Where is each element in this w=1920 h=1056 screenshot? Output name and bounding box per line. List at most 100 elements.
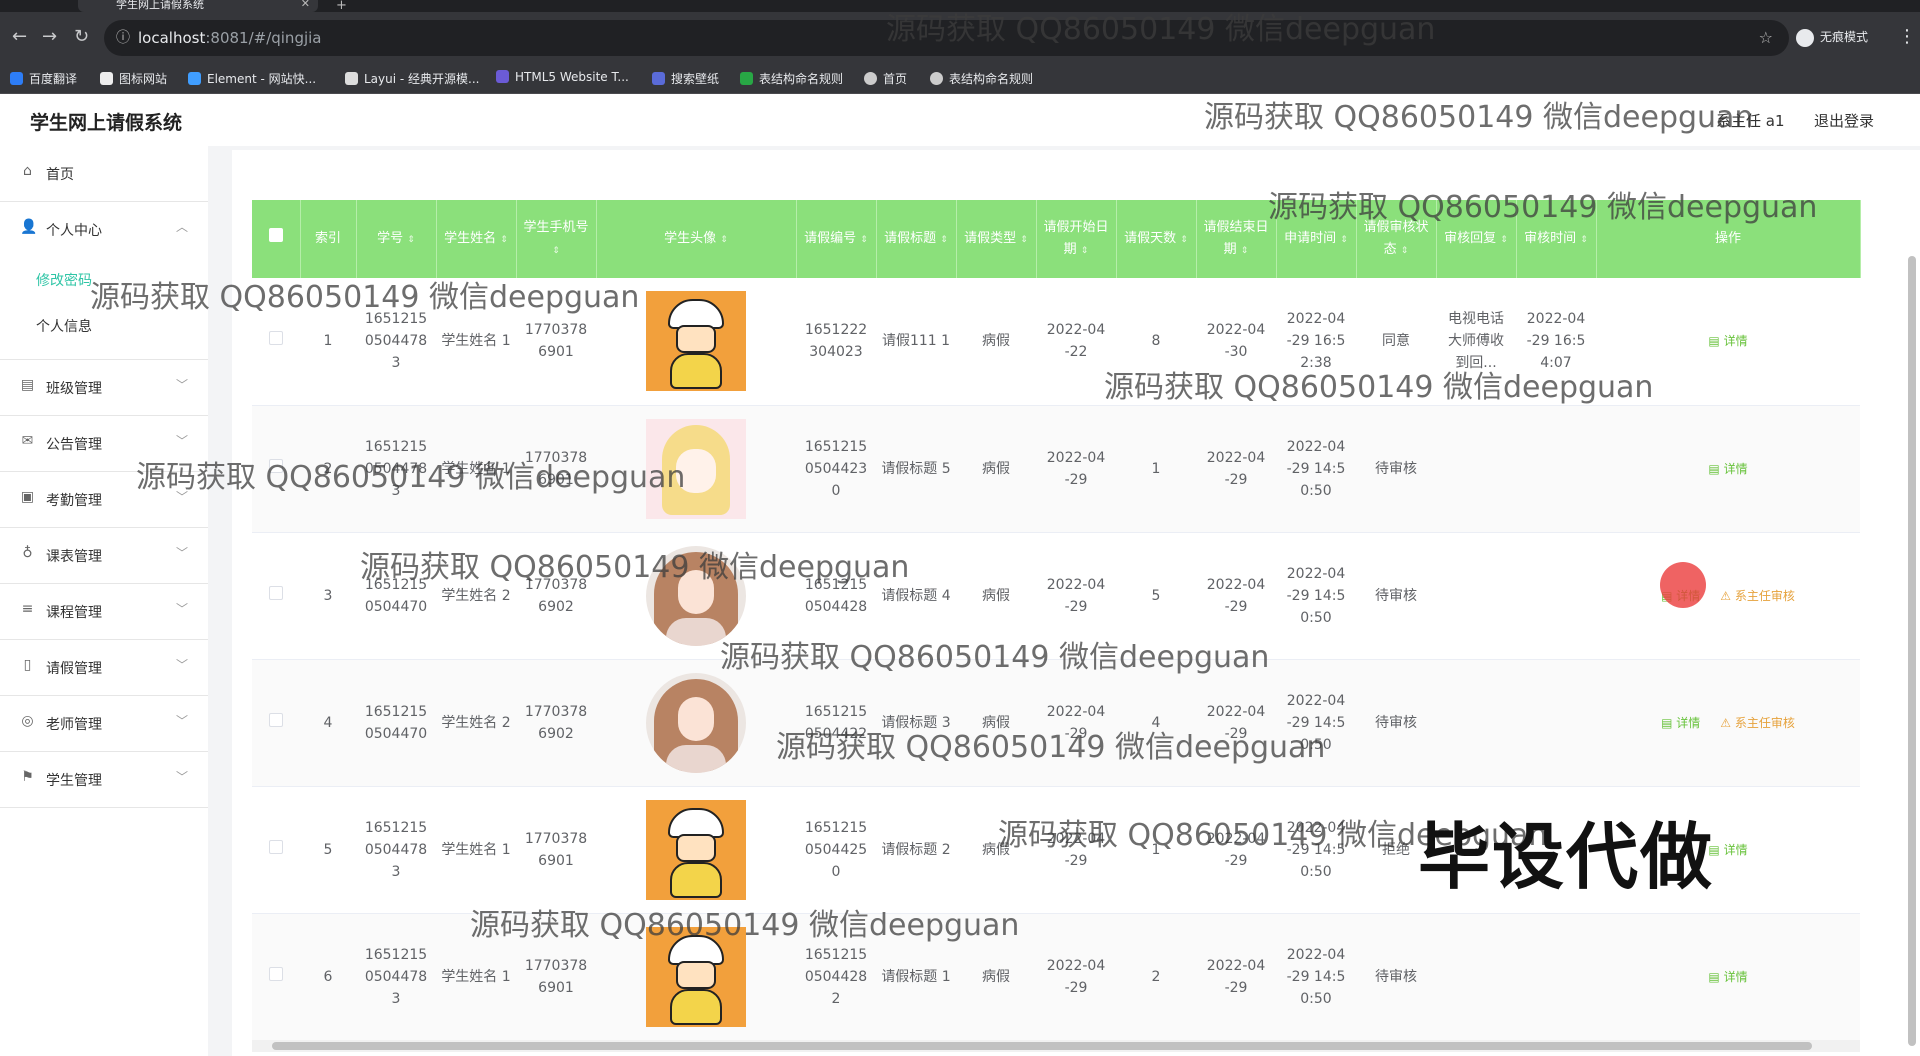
row-checkbox[interactable] <box>252 405 300 533</box>
logout-link[interactable]: 退出登录 <box>1814 110 1874 131</box>
detail-button[interactable]: ▤ 详情 <box>1708 462 1747 476</box>
sidebar-item-leave[interactable]: ▯ 请假管理 ﹀ <box>0 640 208 696</box>
sidebar-item-course[interactable]: ≡ 课程管理 ﹀ <box>0 584 208 640</box>
sidebar-item-timetable[interactable]: ♁ 课表管理 ﹀ <box>0 528 208 584</box>
column-header[interactable]: 学生手机号 ⇕ <box>516 200 597 278</box>
horizontal-scrollbar[interactable] <box>252 1040 1860 1052</box>
row-checkbox[interactable] <box>252 913 300 1041</box>
sidebar-item-notice[interactable]: ✉ 公告管理 ﹀ <box>0 416 208 472</box>
column-header[interactable]: 请假类型 ⇕ <box>956 200 1037 278</box>
cell-leave-no: 1651215 0504425 0 <box>796 786 876 914</box>
cell-leave-no: 1651215 0504428 2 <box>796 913 876 1041</box>
sort-icon[interactable]: ⇕ <box>1500 235 1508 245</box>
column-header[interactable]: 请假结束日期 ⇕ <box>1196 200 1277 278</box>
column-header[interactable]: 学生姓名 ⇕ <box>436 200 517 278</box>
cell-phone: 1770378 6902 <box>516 532 596 660</box>
review-button[interactable]: ⚠ 系主任审核 <box>1720 589 1795 603</box>
avatar <box>646 545 746 646</box>
avatar <box>646 926 746 1027</box>
column-header[interactable]: 申请时间 ⇕ <box>1276 200 1357 278</box>
table-header-row: 索引 学号 ⇕ 学生姓名 ⇕ 学生手机号 ⇕ 学生头像 ⇕ 请假编号 ⇕ 请假标… <box>252 200 1861 278</box>
bookmark-item[interactable]: 搜索壁纸 <box>652 70 719 87</box>
bookmark-item[interactable]: 表结构命名规则 <box>930 70 1033 87</box>
row-checkbox[interactable] <box>252 278 300 406</box>
sort-icon[interactable]: ⇕ <box>1241 246 1249 256</box>
sidebar: ⌂ 首页 👤 个人中心 ︿ 修改密码 个人信息 ▤ 班级管理 ﹀ ✉ 公告管理 … <box>0 146 208 1056</box>
row-checkbox[interactable] <box>252 659 300 787</box>
sort-icon[interactable]: ⇕ <box>552 246 560 256</box>
detail-button[interactable]: ▤ 详情 <box>1661 716 1700 730</box>
sort-icon[interactable]: ⇕ <box>940 235 948 245</box>
sidebar-item-personal-info[interactable]: 个人信息 <box>36 316 92 336</box>
cell-name: 学生姓名 1 <box>436 278 516 406</box>
column-header[interactable]: 学号 ⇕ <box>356 200 437 278</box>
cell-review-time <box>1516 532 1596 660</box>
sort-icon[interactable]: ⇕ <box>1081 246 1089 256</box>
browser-tab[interactable]: 学生网上请假系统 ✕ <box>78 0 318 12</box>
avatar-cell <box>596 405 796 533</box>
sidebar-item-home[interactable]: ⌂ 首页 <box>0 146 208 202</box>
sidebar-item-teacher[interactable]: ◎ 老师管理 ﹀ <box>0 696 208 752</box>
bookmark-item[interactable]: HTML5 Website T... <box>496 70 629 84</box>
sort-icon[interactable]: ⇕ <box>720 235 728 245</box>
detail-button[interactable]: ▤ 详情 <box>1708 843 1747 857</box>
sort-icon[interactable]: ⇕ <box>860 235 868 245</box>
reload-icon[interactable]: ↻ <box>74 26 89 47</box>
actions-cell: ▤ 详情⚠ 系主任审核 <box>1596 532 1860 660</box>
cell-status: 同意 <box>1356 278 1436 406</box>
cell-phone: 1770378 6901 <box>516 786 596 914</box>
sidebar-item-attendance[interactable]: ▣ 考勤管理 ﹀ <box>0 472 208 528</box>
phone-icon: ▯ <box>23 657 32 673</box>
sort-icon[interactable]: ⇕ <box>500 235 508 245</box>
bookmark-item[interactable]: Element - 网站快... <box>188 70 316 87</box>
column-header[interactable]: 请假开始日期 ⇕ <box>1036 200 1117 278</box>
review-button[interactable]: ⚠ 系主任审核 <box>1720 716 1795 730</box>
sidebar-group-personal-center[interactable]: 👤 个人中心 ︿ 修改密码 个人信息 <box>0 202 208 360</box>
column-header[interactable]: 请假天数 ⇕ <box>1116 200 1197 278</box>
browser-menu-icon[interactable]: ⋮ <box>1898 26 1916 47</box>
bookmark-item[interactable]: 百度翻译 <box>10 70 77 87</box>
column-header[interactable]: 请假审核状态 ⇕ <box>1356 200 1437 278</box>
cell-applied: 2022-04 -29 14:5 0:50 <box>1276 405 1356 533</box>
sort-icon[interactable]: ⇕ <box>407 235 415 245</box>
briefcase-icon: ▣ <box>20 489 35 505</box>
bookmark-icon <box>496 70 509 83</box>
column-header[interactable]: 请假标题 ⇕ <box>876 200 957 278</box>
forward-icon[interactable]: → <box>42 26 57 47</box>
sort-icon[interactable]: ⇕ <box>1580 235 1588 245</box>
column-header[interactable]: 审核时间 ⇕ <box>1516 200 1597 278</box>
column-header[interactable]: 审核回复 ⇕ <box>1436 200 1517 278</box>
sort-icon[interactable]: ⇕ <box>1340 235 1348 245</box>
bookmark-item[interactable]: 首页 <box>864 70 907 87</box>
bookmark-star-icon[interactable]: ☆ <box>1759 20 1773 56</box>
incognito-indicator[interactable]: 无痕模式 <box>1796 28 1868 47</box>
detail-button[interactable]: ▤ 详情 <box>1708 970 1747 984</box>
bookmark-item[interactable]: Layui - 经典开源模... <box>345 70 479 87</box>
bookmark-item[interactable]: 图标网站 <box>100 70 167 87</box>
cell-leave-no: 1651215 0504428 <box>796 532 876 660</box>
sort-icon[interactable]: ⇕ <box>1401 246 1409 256</box>
chevron-down-icon: ﹀ <box>175 490 188 504</box>
vertical-scrollbar[interactable] <box>1908 256 1916 1046</box>
cell-end: 2022-04 -29 <box>1196 786 1276 914</box>
select-all-checkbox[interactable] <box>252 200 301 278</box>
column-header[interactable]: 学生头像 ⇕ <box>596 200 797 278</box>
cell-student-no: 1651215 0504478 3 <box>356 786 436 914</box>
sidebar-item-student[interactable]: ⚑ 学生管理 ﹀ <box>0 752 208 808</box>
back-icon[interactable]: ← <box>12 26 27 47</box>
column-header[interactable]: 请假编号 ⇕ <box>796 200 877 278</box>
scrollbar-thumb[interactable] <box>272 1042 1812 1050</box>
sort-icon[interactable]: ⇕ <box>1180 235 1188 245</box>
row-checkbox[interactable] <box>252 532 300 660</box>
bookmark-item[interactable]: 表结构命名规则 <box>740 70 843 87</box>
avatar-cell <box>596 659 796 787</box>
actions-cell: ▤ 详情 <box>1596 405 1860 533</box>
sort-icon[interactable]: ⇕ <box>1020 235 1028 245</box>
detail-button[interactable]: ▤ 详情 <box>1708 334 1747 348</box>
address-bar[interactable]: ⓘ localhost:8081/#/qingjia ☆ <box>104 20 1789 56</box>
sidebar-item-class[interactable]: ▤ 班级管理 ﹀ <box>0 360 208 416</box>
sidebar-item-change-password[interactable]: 修改密码 <box>36 270 92 290</box>
close-icon[interactable]: ✕ <box>301 0 310 9</box>
info-icon[interactable]: ⓘ <box>116 20 130 56</box>
row-checkbox[interactable] <box>252 786 300 914</box>
